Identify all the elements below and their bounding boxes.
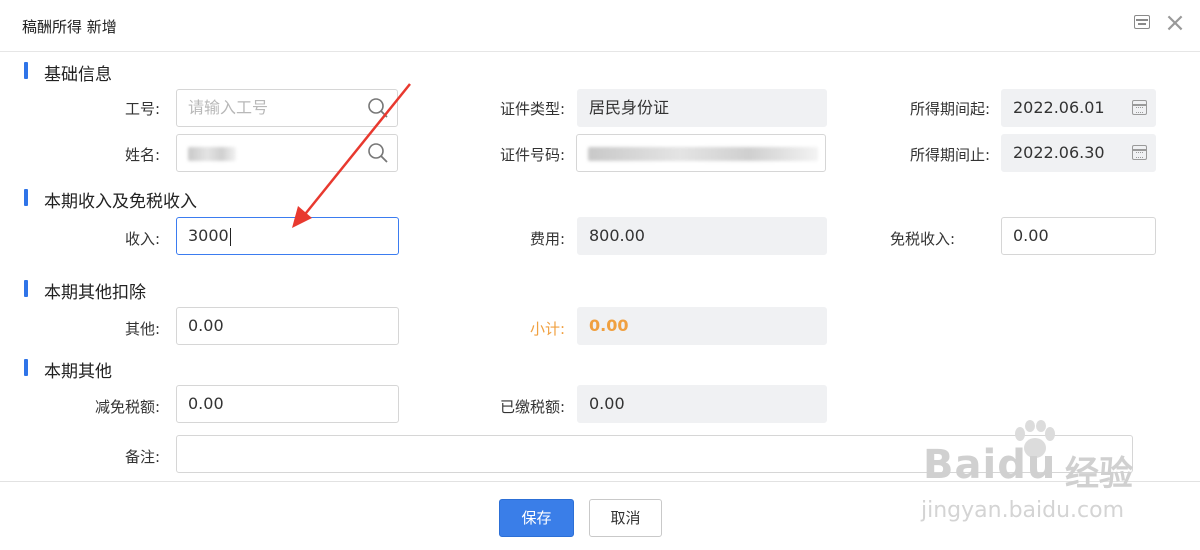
- section-marker: [24, 189, 28, 206]
- close-icon[interactable]: ×: [1164, 10, 1186, 36]
- watermark-url: jingyan.baidu.com: [921, 498, 1125, 523]
- tax-free-input[interactable]: 0.00: [1001, 217, 1156, 255]
- cancel-button[interactable]: 取消: [589, 499, 662, 537]
- section-marker: [24, 359, 28, 376]
- dialog-title: 稿酬所得 新增: [22, 18, 117, 36]
- section-title: 本期其他扣除: [44, 283, 146, 303]
- other-deduct-input[interactable]: 0.00: [176, 307, 399, 345]
- employee-no-label: 工号:: [124, 100, 160, 118]
- section-title: 本期其他: [44, 362, 112, 382]
- income-input[interactable]: 3000: [176, 217, 399, 255]
- period-end-value: 2022.06.30: [1013, 143, 1105, 162]
- calendar-icon[interactable]: [1132, 145, 1147, 160]
- employee-no-input[interactable]: 请输入工号: [176, 89, 398, 127]
- id-type-label: 证件类型:: [499, 100, 565, 118]
- title-bar: 稿酬所得 新增 ×: [0, 0, 1200, 52]
- search-icon[interactable]: [367, 97, 389, 119]
- baidu-jingyan-watermark: Baidu 经验 jingyan.baidu.com: [915, 420, 1175, 530]
- id-number-field[interactable]: [576, 134, 826, 172]
- blurred-name: [188, 146, 236, 161]
- other-deduct-label: 其他:: [124, 320, 160, 338]
- id-type-field: 居民身份证: [577, 89, 827, 127]
- period-end-field[interactable]: 2022.06.30: [1001, 134, 1156, 172]
- subtotal-label: 小计:: [529, 320, 565, 338]
- period-start-value: 2022.06.01: [1013, 98, 1105, 117]
- expense-label: 费用:: [529, 230, 565, 248]
- id-number-label: 证件号码:: [499, 146, 565, 164]
- name-label: 姓名:: [124, 146, 160, 164]
- subtotal-field: 0.00: [577, 307, 827, 345]
- calendar-icon[interactable]: [1132, 100, 1147, 115]
- blurred-id-number: [588, 146, 818, 161]
- section-marker: [24, 280, 28, 297]
- window-icon[interactable]: [1134, 15, 1150, 29]
- tax-paid-field: 0.00: [577, 385, 827, 423]
- period-start-field[interactable]: 2022.06.01: [1001, 89, 1156, 127]
- search-icon[interactable]: [367, 142, 389, 164]
- watermark-logo: Baidu: [923, 442, 1057, 488]
- tax-reduction-label: 减免税额:: [94, 398, 160, 416]
- tax-free-label: 免税收入:: [889, 230, 955, 248]
- remark-label: 备注:: [124, 448, 160, 466]
- employee-no-placeholder: 请输入工号: [188, 98, 269, 117]
- period-start-label: 所得期间起:: [909, 100, 990, 118]
- tax-paid-label: 已缴税额:: [499, 398, 565, 416]
- section-title: 本期收入及免税收入: [44, 192, 197, 212]
- income-label: 收入:: [124, 230, 160, 248]
- tax-reduction-input[interactable]: 0.00: [176, 385, 399, 423]
- section-title: 基础信息: [44, 65, 112, 85]
- watermark-text: 经验: [1065, 454, 1133, 494]
- expense-field: 800.00: [577, 217, 827, 255]
- text-caret: [229, 227, 231, 246]
- section-marker: [24, 62, 28, 79]
- dialog: 稿酬所得 新增 × 基础信息 工号: 请输入工号 姓名: 证件类型: 居民身份证…: [0, 0, 1200, 550]
- save-button[interactable]: 保存: [499, 499, 574, 537]
- period-end-label: 所得期间止:: [909, 146, 990, 164]
- name-input[interactable]: [176, 134, 398, 172]
- income-value: 3000: [188, 226, 229, 245]
